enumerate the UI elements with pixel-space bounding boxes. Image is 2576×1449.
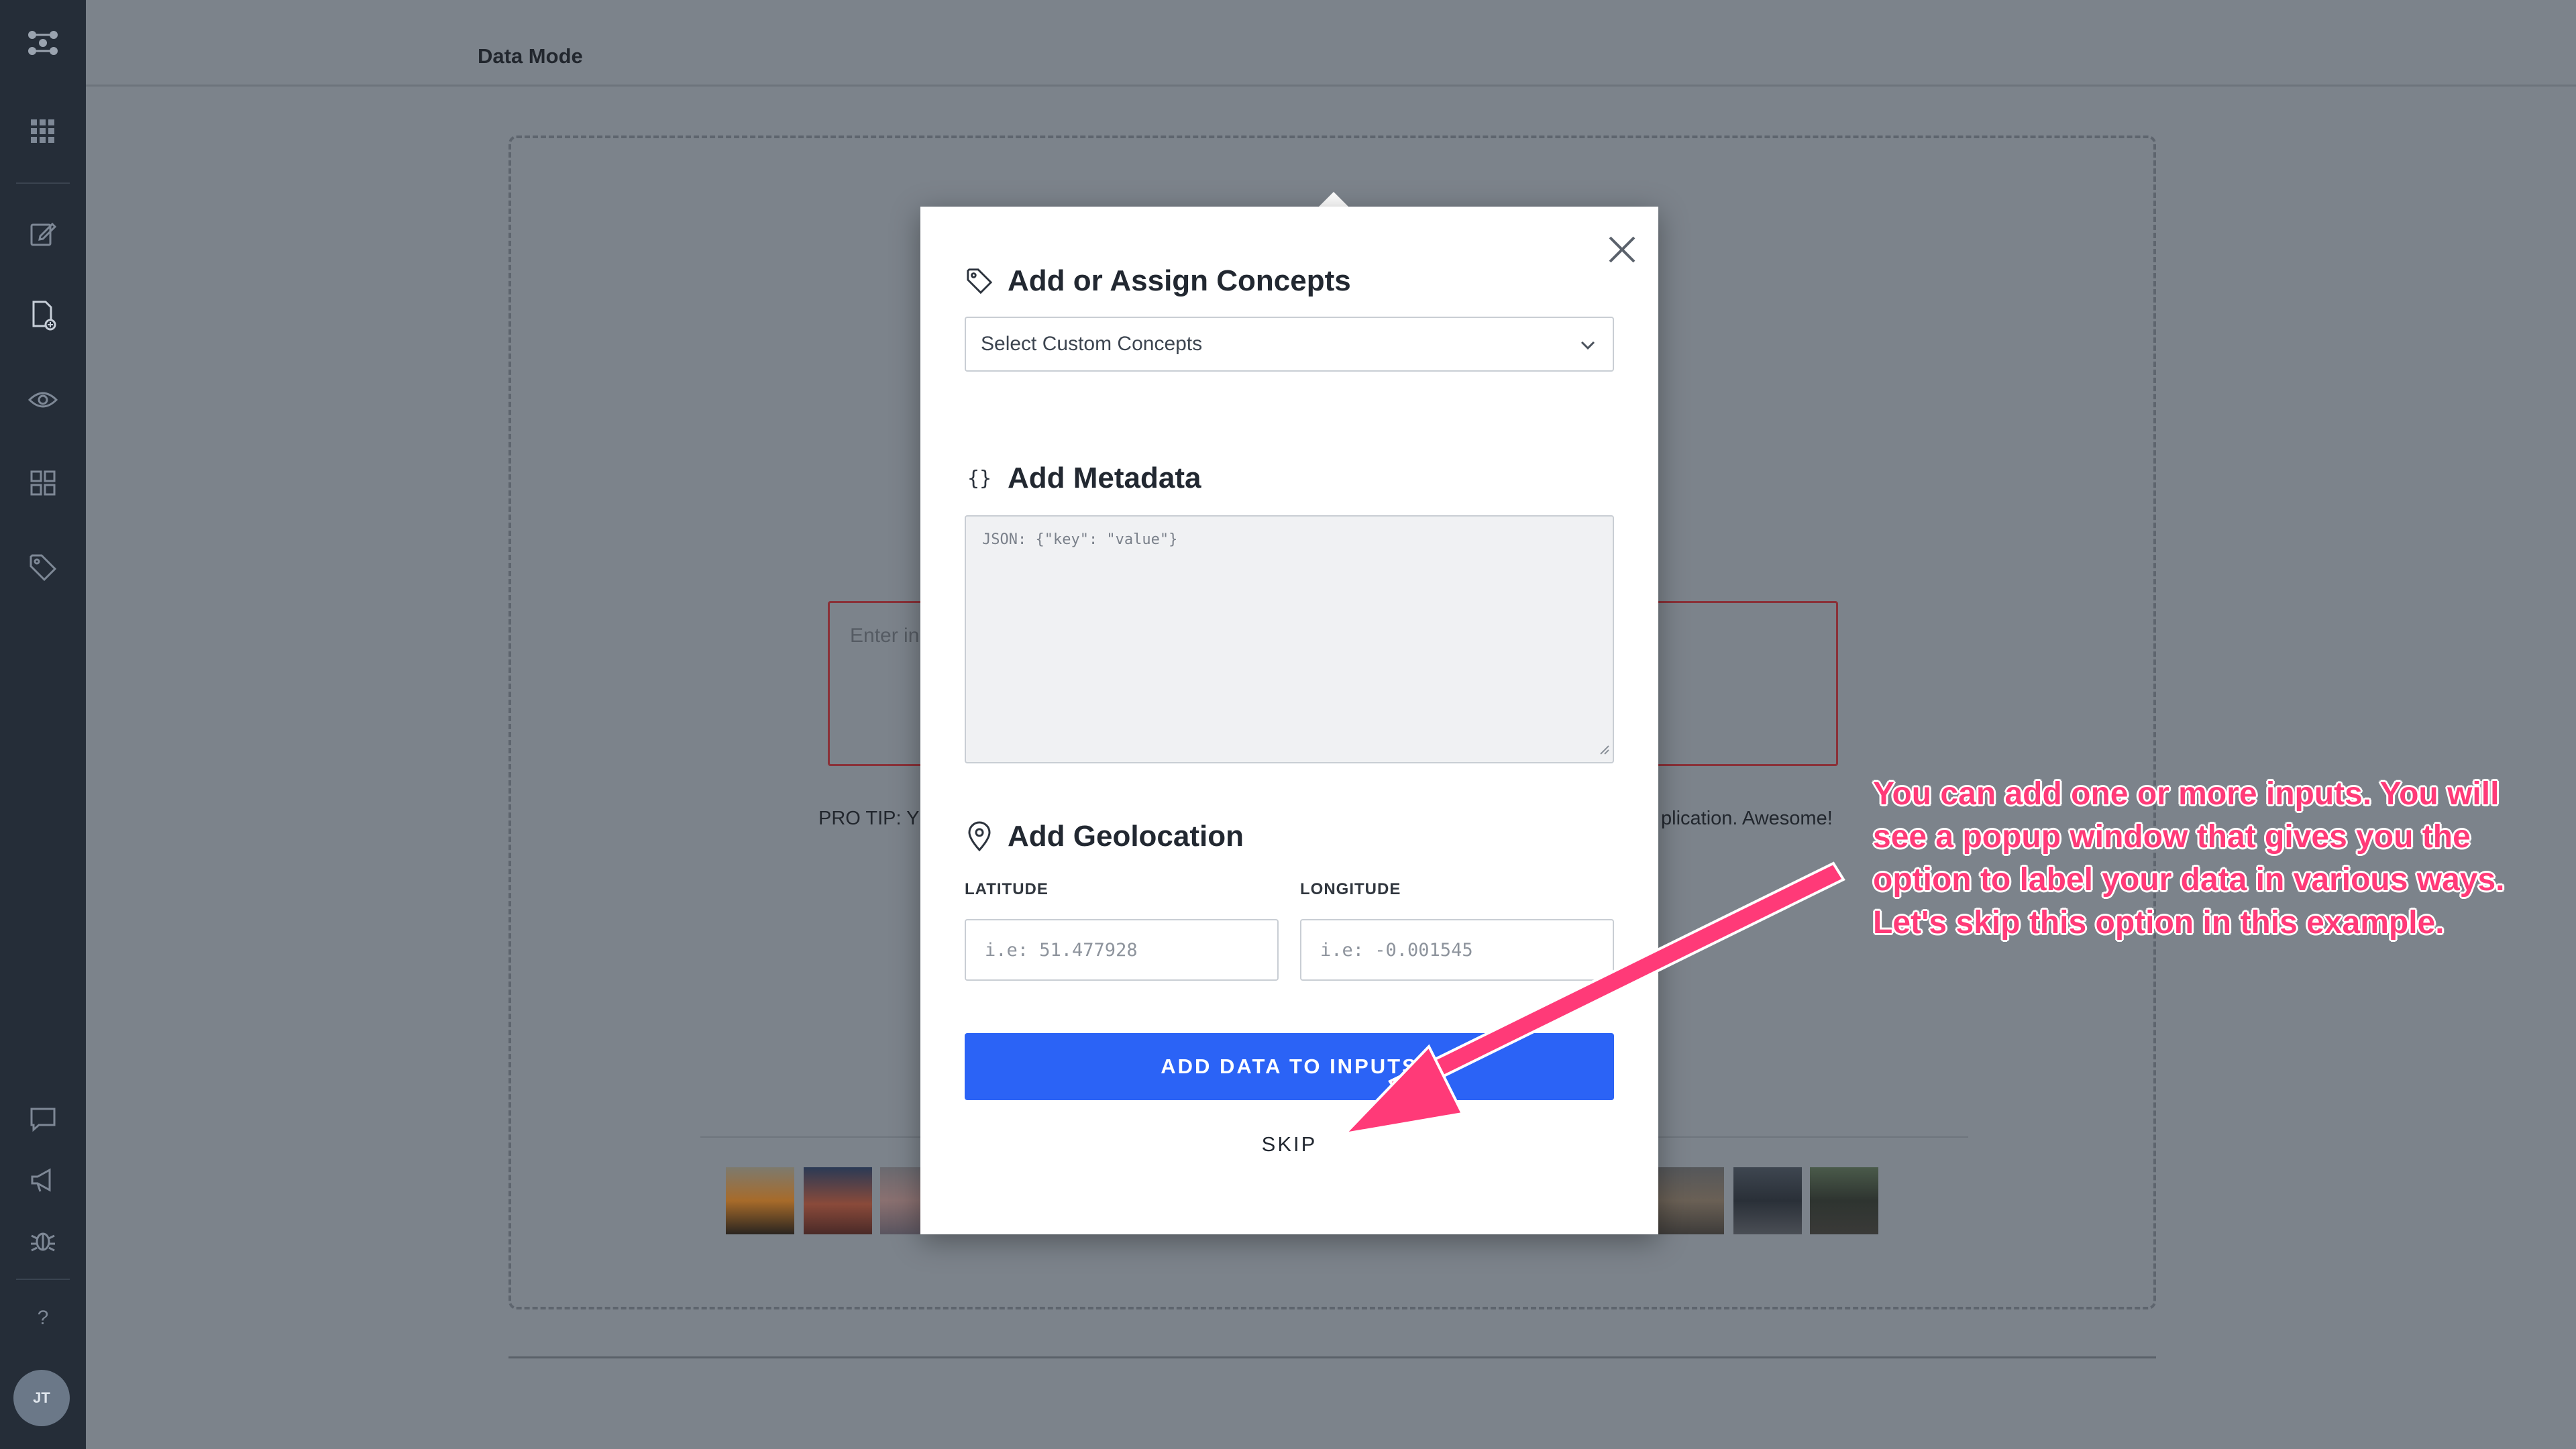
- background-input-placeholder: Enter in: [850, 625, 920, 647]
- tag-icon: [965, 266, 994, 296]
- sample-image-thumbnail[interactable]: [880, 1167, 920, 1234]
- dashboard-icon[interactable]: [23, 463, 63, 503]
- pro-tip-text-right: plication. Awesome!: [1661, 808, 1833, 829]
- edit-icon[interactable]: [23, 213, 63, 254]
- metadata-title-text: Add Metadata: [1008, 462, 1201, 494]
- tutorial-annotation: You can add one or more inputs. You will…: [1873, 776, 2505, 941]
- apps-grid-icon[interactable]: [23, 111, 63, 152]
- help-button[interactable]: ?: [0, 1307, 86, 1330]
- chevron-down-icon: [1578, 335, 1598, 361]
- concepts-select[interactable]: Select Custom Concepts: [965, 317, 1614, 372]
- divider: [508, 1356, 2156, 1358]
- avatar[interactable]: JT: [13, 1370, 70, 1426]
- sidebar: ? JT: [0, 0, 86, 1449]
- sample-image-thumbnail[interactable]: [804, 1167, 872, 1234]
- sidebar-divider: [16, 1279, 70, 1280]
- concepts-select-placeholder: Select Custom Concepts: [981, 333, 1203, 355]
- skip-button[interactable]: SKIP: [920, 1132, 1658, 1157]
- chat-icon[interactable]: [23, 1099, 63, 1139]
- eye-icon[interactable]: [23, 380, 63, 420]
- bug-icon[interactable]: [23, 1220, 63, 1260]
- latitude-placeholder: i.e: 51.477928: [985, 939, 1138, 961]
- page-title: Data Mode: [478, 44, 583, 68]
- concepts-section-title: Add or Assign Concepts: [965, 264, 1351, 298]
- sample-image-thumbnail[interactable]: [726, 1167, 794, 1234]
- sample-image-thumbnail[interactable]: [1656, 1167, 1724, 1234]
- latitude-input[interactable]: i.e: 51.477928: [965, 919, 1279, 981]
- braces-icon: {}: [967, 466, 992, 490]
- metadata-placeholder: JSON: {"key": "value"}: [982, 531, 1178, 548]
- latitude-label: LATITUDE: [965, 880, 1049, 898]
- geolocation-section-title: Add Geolocation: [965, 820, 1244, 853]
- metadata-textarea[interactable]: JSON: {"key": "value"}: [965, 515, 1614, 763]
- add-file-icon[interactable]: [23, 295, 63, 335]
- tag-icon[interactable]: [23, 547, 63, 588]
- add-data-modal: Add or Assign Concepts Select Custom Con…: [920, 207, 1658, 1234]
- longitude-input[interactable]: i.e: -0.001545: [1300, 919, 1614, 981]
- megaphone-icon[interactable]: [23, 1161, 63, 1201]
- sidebar-divider: [16, 182, 70, 184]
- logo-icon[interactable]: [23, 23, 63, 63]
- top-bar: Data Mode: [86, 0, 2576, 87]
- location-pin-icon: [965, 821, 994, 852]
- add-data-to-inputs-button[interactable]: ADD DATA TO INPUTS: [965, 1033, 1614, 1100]
- geolocation-title-text: Add Geolocation: [1008, 820, 1244, 853]
- close-icon[interactable]: [1603, 231, 1641, 268]
- pro-tip-text-left: PRO TIP: Y: [818, 808, 920, 829]
- longitude-label: LONGITUDE: [1300, 880, 1401, 898]
- sample-image-thumbnail[interactable]: [1733, 1167, 1802, 1234]
- metadata-section-title: {} Add Metadata: [965, 462, 1201, 495]
- modal-pointer: [1319, 192, 1348, 207]
- longitude-placeholder: i.e: -0.001545: [1320, 939, 1473, 961]
- concepts-title-text: Add or Assign Concepts: [1008, 264, 1351, 297]
- sample-image-thumbnail[interactable]: [1810, 1167, 1878, 1234]
- resize-handle-icon[interactable]: [1598, 743, 1610, 759]
